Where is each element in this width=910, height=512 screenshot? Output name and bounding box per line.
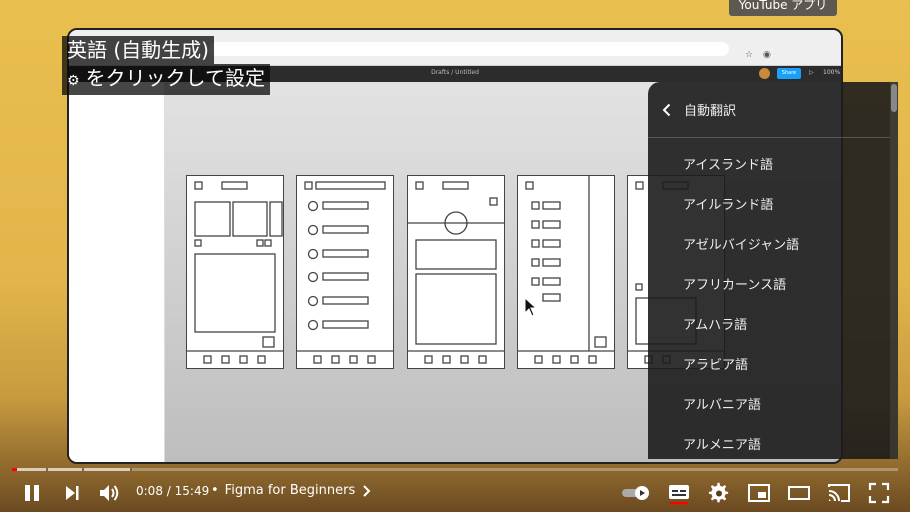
chapter-marker [130,468,132,471]
progress-buffer [12,468,132,471]
mute-button[interactable] [96,479,124,507]
menu-item-language[interactable]: アイスランド語 [648,146,890,186]
next-button[interactable] [58,479,86,507]
menu-item-language[interactable]: アルメニア語 [648,426,890,459]
pause-icon [25,485,39,501]
chapter-marker [82,468,84,471]
menu-item-language[interactable]: アルバニア語 [648,386,890,426]
browser-address-bar [209,42,729,56]
autoplay-toggle-icon [622,486,649,500]
progress-bar[interactable] [12,468,898,471]
menu-item-language[interactable]: アラビア語 [648,346,890,386]
caption-overlay: 英語 (自動生成) ⚙ をクリックして設定 [62,36,270,95]
wireframe-2 [296,175,394,369]
caption-line-2: ⚙ をクリックして設定 [62,64,270,95]
autoplay-toggle[interactable] [620,479,652,507]
chapter-marker [46,468,48,471]
figma-layers-panel [69,82,165,462]
caption-line-2-text: をクリックして設定 [85,66,265,90]
current-time: 0:08 [136,484,163,498]
miniplayer-button[interactable] [744,479,774,507]
wireframe-1 [186,175,284,369]
menu-scrollbar[interactable] [890,82,898,459]
chevron-left-icon [662,103,671,116]
extension-icon: ◉ [763,50,771,60]
duration: 15:49 [174,484,210,498]
next-icon [66,486,79,500]
figma-share-button: Share [777,68,801,79]
caption-line-1: 英語 (自動生成) [62,36,214,64]
fullscreen-icon [868,482,890,504]
mouse-cursor-icon [524,297,538,317]
gear-icon: ⚙ [67,73,80,89]
figma-play-icon: ▷ [809,69,814,76]
cast-button[interactable] [824,479,854,507]
volume-icon [100,485,119,501]
video-player[interactable]: ☆ ◉ Drafts / Untitled Share ▷ 100% YouTu… [0,0,910,512]
time-separator: / [162,484,175,498]
chapter-title: Figma for Beginners [224,483,356,498]
avatar [759,68,770,79]
wireframe-3 [407,175,505,369]
subtitles-button[interactable] [664,479,694,507]
menu-item-language[interactable]: アイルランド語 [648,186,890,226]
settings-menu[interactable]: 自動翻訳 アイスランド語 アイルランド語 アゼルバイジャン語 アフリカーンス語 … [648,82,898,459]
wireframe-4 [517,175,615,369]
language-list: アイスランド語 アイルランド語 アゼルバイジャン語 アフリカーンス語 アムハラ語… [648,146,890,459]
gear-icon [708,482,729,503]
theater-mode-button[interactable] [784,479,814,507]
time-display: 0:08 / 15:49 [136,484,209,498]
miniplayer-icon [748,484,770,502]
menu-scrollbar-thumb[interactable] [891,84,897,112]
star-icon: ☆ [745,50,754,60]
settings-button[interactable] [704,479,734,507]
subtitles-icon [669,485,689,505]
progress-played [12,468,18,471]
menu-item-language[interactable]: アムハラ語 [648,306,890,346]
fullscreen-button[interactable] [864,479,894,507]
theater-icon [788,486,810,500]
menu-item-language[interactable]: アフリカーンス語 [648,266,890,306]
chevron-right-icon [363,484,371,497]
cast-icon [828,484,850,502]
play-pause-button[interactable] [18,479,46,507]
menu-title: 自動翻訳 [684,104,737,119]
youtube-app-tooltip: YouTube アプリ [729,0,837,16]
chapter-dot: • [211,483,219,498]
player-controls: 0:08 / 15:49 • Figma for Beginners [0,474,910,512]
figma-zoom-level: 100% [823,69,841,76]
menu-item-language[interactable]: アゼルバイジャン語 [648,226,890,266]
menu-back-button[interactable]: 自動翻訳 [648,82,890,138]
chapter-button[interactable]: • Figma for Beginners [211,483,373,498]
